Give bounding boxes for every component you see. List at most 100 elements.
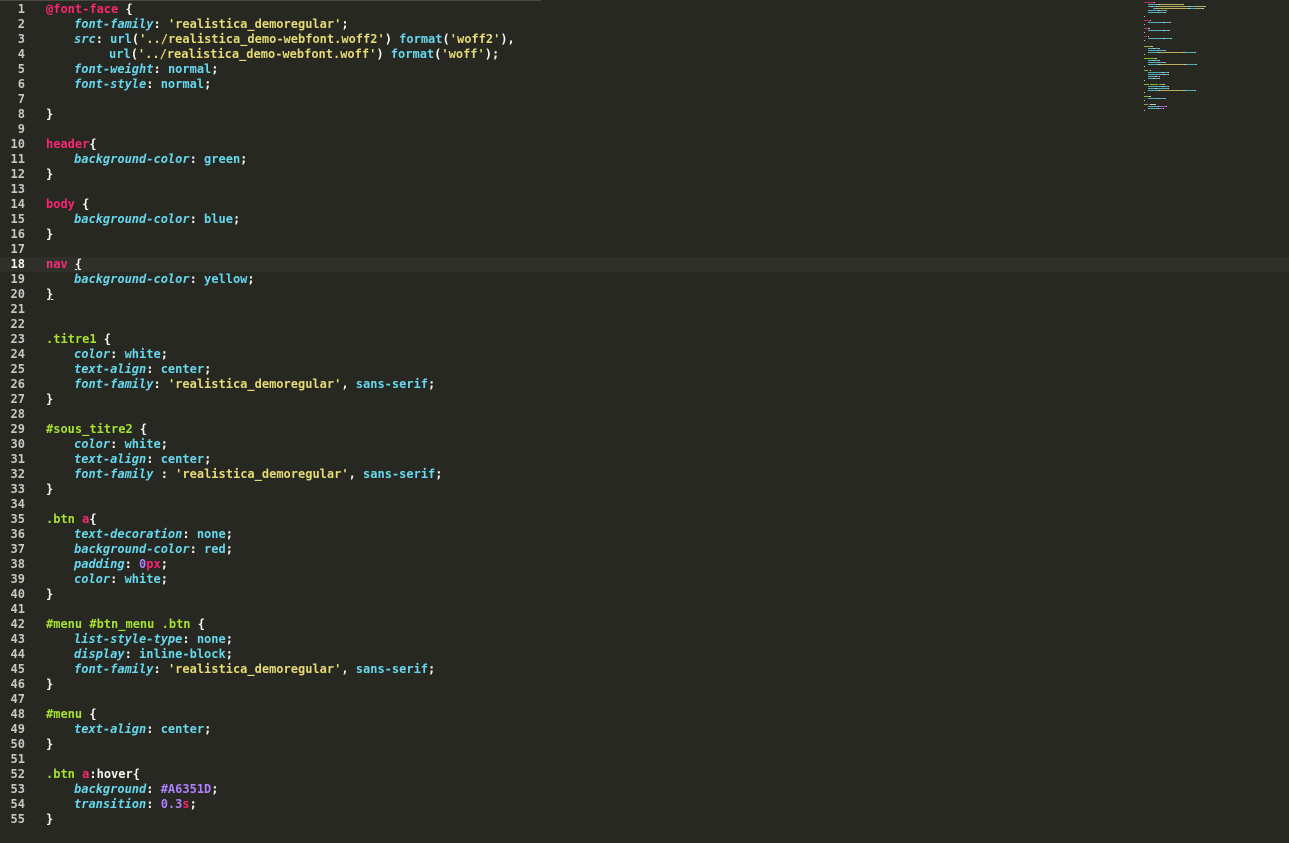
code-line[interactable]: font-family: 'realistica_demoregular', s… [46,662,1139,677]
minimap[interactable] [1144,0,1289,120]
code-line[interactable]: font-weight: normal; [46,62,1139,77]
code-line[interactable]: font-family : 'realistica_demoregular', … [46,467,1139,482]
code-line[interactable]: } [46,482,1139,497]
code-line[interactable] [46,302,1139,317]
token-str: 'woff' [441,47,485,61]
code-line[interactable]: } [46,677,1139,692]
code-line[interactable] [46,92,1139,107]
token-p: : [182,527,197,541]
code-line[interactable]: font-family: 'realistica_demoregular'; [46,17,1139,32]
code-line[interactable] [46,692,1139,707]
code-line[interactable] [46,242,1139,257]
minimap-stroke [1156,6,1189,7]
code-line[interactable]: .btn a:hover{ [46,767,1139,782]
minimap-stroke [1165,98,1167,99]
minimap-stroke [1161,64,1185,65]
code-line[interactable]: background-color: yellow; [46,272,1139,287]
line-number: 7 [17,92,25,106]
code-line[interactable]: color: white; [46,347,1139,362]
code-line[interactable]: #menu #btn_menu .btn { [46,617,1139,632]
minimap-stroke [1144,32,1145,33]
code-line[interactable]: } [46,737,1139,752]
line-number: 5 [17,62,25,76]
horizontal-scroll-indicator[interactable] [0,0,541,1]
code-line[interactable]: } [46,287,1139,302]
code-line[interactable] [46,317,1139,332]
code-line[interactable]: color: white; [46,572,1139,587]
minimap-stroke [1165,62,1167,63]
minimap-stroke [1169,22,1171,23]
minimap-stroke [1149,84,1159,85]
token-p: ; [341,17,349,31]
code-line[interactable] [46,122,1139,137]
code-line[interactable]: } [46,587,1139,602]
token-p: } [46,482,54,496]
code-line[interactable]: #menu { [46,707,1139,722]
minimap-stroke [1144,46,1151,47]
line-number: 3 [17,32,25,46]
code-line[interactable] [46,497,1139,512]
line-number-gutter: 1 2 3 4 5 6 7 8 9 10 11 12 13 14 15 16 17 18 19 20 21 22 23 24 2… [0,2,34,827]
line-number: 34 [10,497,25,511]
code-area[interactable]: @font-face {font-family: 'realistica_dem… [0,2,1289,827]
code-line[interactable]: } [46,812,1139,827]
code-line[interactable]: list-style-type: none; [46,632,1139,647]
code-editor[interactable]: 1 2 3 4 5 6 7 8 9 10 11 12 13 14 15 16 17 18 19 20 21 22 23 24 2… [0,0,1289,843]
code-line[interactable] [46,752,1139,767]
code-line[interactable] [46,602,1139,617]
token-p: ( [442,32,450,46]
code-line[interactable]: color: white; [46,437,1139,452]
code-line[interactable]: } [46,227,1139,242]
token-prop: color [74,347,111,361]
code-line[interactable] [46,182,1139,197]
line-number: 21 [10,302,25,316]
token-p: : [124,557,140,571]
code-line[interactable]: nav { [0,257,1289,272]
token-prop: text-align [74,722,147,736]
token-prop: list-style-type [74,632,183,646]
code-line[interactable]: display: inline-block; [46,647,1139,662]
code-line[interactable]: src: url('../realistica_demo-webfont.wof… [46,32,1139,47]
code-line[interactable] [46,407,1139,422]
code-line[interactable]: background-color: red; [46,542,1139,557]
token-p: ), [500,32,515,46]
matched-bracket: } [46,287,54,301]
code-line[interactable]: } [46,107,1139,122]
code-line[interactable]: text-align: center; [46,362,1139,377]
code-line[interactable]: font-family: 'realistica_demoregular', s… [46,377,1139,392]
code-line[interactable]: .btn a{ [46,512,1139,527]
code-line[interactable]: padding: 0px; [46,557,1139,572]
code-line[interactable]: header{ [46,137,1139,152]
token-p: ; [428,662,436,676]
minimap-stroke [1202,8,1205,9]
token-p: ( [130,47,138,61]
line-number: 52 [10,767,25,781]
code-line[interactable]: body { [46,197,1139,212]
token-p [68,257,75,271]
code-line[interactable]: #sous_titre2 { [46,422,1139,437]
code-line[interactable]: @font-face { [46,2,1139,17]
code-line[interactable]: } [46,167,1139,182]
line-number: 22 [10,317,25,331]
code-line[interactable]: text-decoration: none; [46,527,1139,542]
token-val: white [124,437,161,451]
code-line[interactable]: transition: 0.3s; [46,797,1139,812]
code-line[interactable]: text-align: center; [46,722,1139,737]
code-line[interactable]: } [46,392,1139,407]
token-str: 'realistica_demoregular' [167,662,342,676]
minimap-stroke [1159,76,1161,77]
code-line[interactable]: background-color: green; [46,152,1139,167]
token-val: red [204,542,226,556]
code-line[interactable]: background-color: blue; [46,212,1139,227]
code-line[interactable]: font-style: normal; [46,77,1139,92]
minimap-stroke [1148,12,1158,13]
code-line[interactable]: .titre1 { [46,332,1139,347]
code-line[interactable]: text-align: center; [46,452,1139,467]
token-p: : [153,377,168,391]
minimap-stroke [1156,8,1189,9]
token-p: , [348,467,364,481]
token-prop: background [74,782,147,796]
token-p: ; [225,527,233,541]
code-line[interactable]: background: #A6351D; [46,782,1139,797]
code-line[interactable]: url('../realistica_demo-webfont.woff') f… [46,47,1139,62]
